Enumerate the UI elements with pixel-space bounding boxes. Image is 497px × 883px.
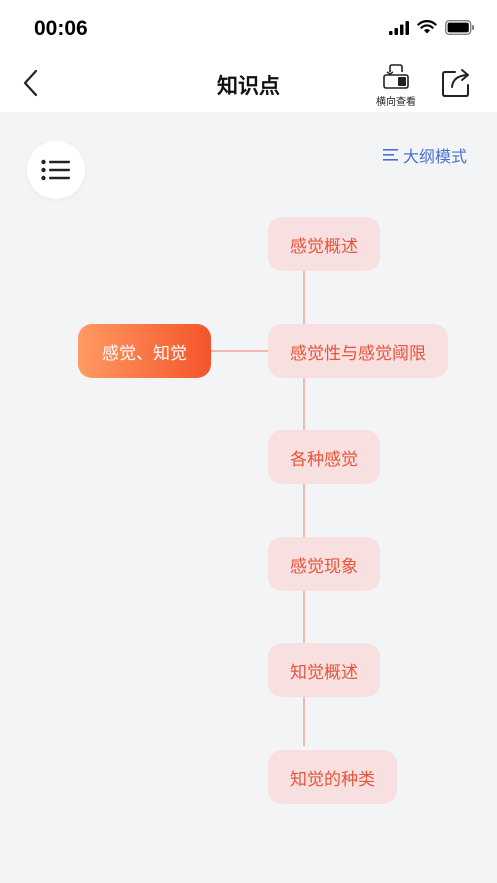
mindmap-root-node[interactable]: 感觉、知觉 xyxy=(78,324,211,378)
rotate-screen-icon xyxy=(383,64,409,89)
mindmap-node[interactable]: 知觉的种类 xyxy=(268,750,397,804)
mindmap-node[interactable]: 各种感觉 xyxy=(268,430,380,484)
wifi-icon xyxy=(417,20,437,34)
nav-bar: 知识点 横向查看 xyxy=(0,56,497,112)
share-icon xyxy=(442,69,469,97)
mindmap-node[interactable]: 感觉概述 xyxy=(268,217,380,271)
outline-mode-button[interactable]: 大纲模式 xyxy=(383,143,467,167)
page-title: 知识点 xyxy=(217,74,280,98)
status-time: 00:06 xyxy=(34,17,88,40)
outline-icon xyxy=(383,149,398,161)
share-button[interactable] xyxy=(440,65,474,99)
connector-horizontal xyxy=(211,350,269,352)
signal-icon xyxy=(389,20,409,35)
mindmap-canvas[interactable]: 大纲模式 感觉、知觉 感觉概述 感觉性与感觉阈限 各种感觉 感觉现象 知觉概述 … xyxy=(0,112,497,883)
status-icons xyxy=(389,20,475,35)
status-bar: 00:06 xyxy=(0,0,497,56)
list-toggle-button[interactable] xyxy=(27,141,85,199)
mindmap-node[interactable]: 感觉性与感觉阈限 xyxy=(268,324,448,378)
landscape-view-label: 横向查看 xyxy=(376,97,416,108)
mindmap-node[interactable]: 知觉概述 xyxy=(268,643,380,697)
battery-icon xyxy=(445,20,474,35)
landscape-view-button[interactable]: 横向查看 xyxy=(370,64,422,108)
outline-mode-label: 大纲模式 xyxy=(403,147,468,166)
mindmap-node[interactable]: 感觉现象 xyxy=(268,537,380,591)
list-icon xyxy=(41,159,70,181)
